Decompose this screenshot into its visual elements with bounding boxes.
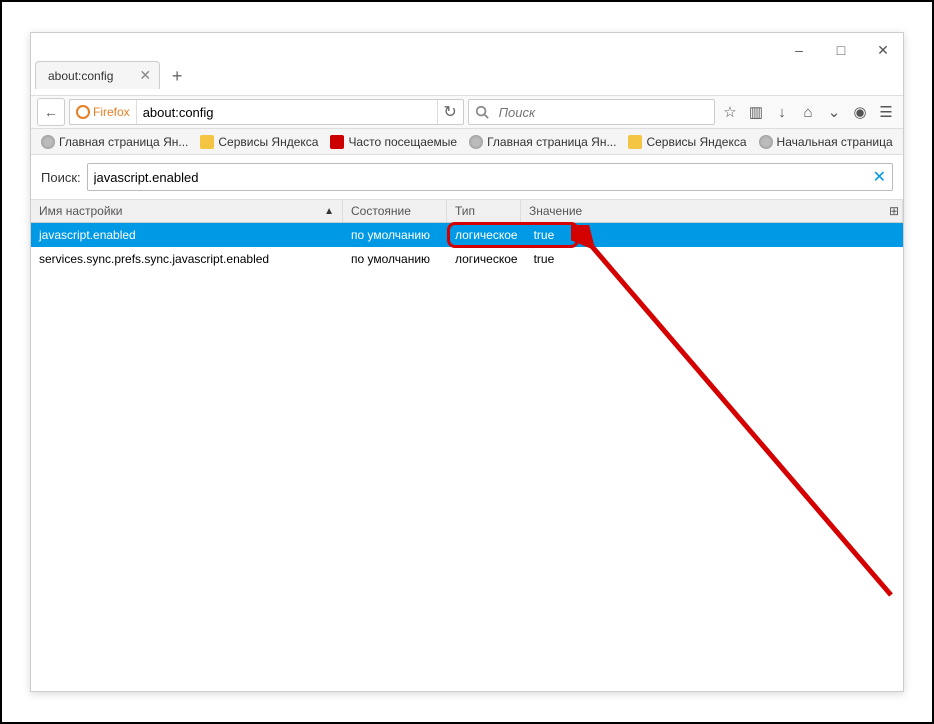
bookmark-label: Главная страница Ян... (487, 135, 616, 149)
clear-search-icon[interactable]: ✕ (873, 167, 886, 187)
maximize-button[interactable]: □ (829, 38, 853, 62)
bookmark-item[interactable]: Главная страница Ян... (37, 133, 192, 151)
downloads-icon[interactable]: ↓ (771, 101, 793, 123)
bookmark-label: Сервисы Яндекса (218, 135, 318, 149)
config-search-row: Поиск: ✕ (31, 155, 903, 199)
globe-icon (41, 135, 55, 149)
column-header-name[interactable]: Имя настройки ▲ (31, 200, 343, 222)
column-header-type[interactable]: Тип (447, 200, 521, 222)
close-window-button[interactable]: ✕ (871, 38, 895, 62)
bookmarks-toolbar: Главная страница Ян... Сервисы Яндекса Ч… (31, 129, 903, 155)
config-row[interactable]: javascript.enabled по умолчанию логическ… (31, 223, 903, 247)
reload-icon: ↻ (443, 102, 456, 122)
tab-title: about:config (48, 69, 113, 83)
config-search-label: Поиск: (41, 170, 81, 185)
config-row[interactable]: services.sync.prefs.sync.javascript.enab… (31, 247, 903, 271)
config-rows: javascript.enabled по умолчанию логическ… (31, 223, 903, 271)
bookmark-item[interactable]: Часто посещаемые (326, 133, 461, 151)
pref-name: javascript.enabled (31, 228, 343, 242)
search-bar[interactable] (468, 99, 715, 125)
folder-icon (628, 135, 642, 149)
bookmark-label: Главная страница Ян... (59, 135, 188, 149)
bookmark-label: Часто посещаемые (348, 135, 457, 149)
bookmark-item[interactable]: Сервисы Яндекса (196, 133, 322, 151)
annotation-arrow (571, 225, 911, 615)
yandex-icon (330, 135, 344, 149)
bookmark-label: Сервисы Яндекса (646, 135, 746, 149)
identity-label: Firefox (93, 105, 130, 119)
home-icon[interactable]: ⌂ (797, 101, 819, 123)
new-tab-button[interactable]: + (164, 63, 190, 89)
pref-value: true (526, 228, 903, 242)
column-header-status[interactable]: Состояние (343, 200, 447, 222)
bookmark-star-icon[interactable]: ☆ (719, 101, 741, 123)
search-input[interactable] (495, 105, 714, 120)
tab-strip: about:config ✕ + (31, 61, 903, 89)
bookmark-item[interactable]: Начальная страница (755, 133, 897, 151)
pocket-icon[interactable]: ⌄ (823, 101, 845, 123)
bookmark-label: Начальная страница (777, 135, 893, 149)
arrow-left-icon: ← (44, 104, 58, 120)
column-header-value[interactable]: Значение (521, 200, 903, 222)
bookmark-item[interactable]: Сервисы Яндекса (624, 133, 750, 151)
navigation-toolbar: ← Firefox ↻ ☆ ▥ ↓ ⌂ ⌄ ◉ (31, 95, 903, 129)
sidebar-icon[interactable]: ▥ (745, 101, 767, 123)
sort-asc-icon: ▲ (324, 206, 334, 217)
back-button[interactable]: ← (37, 98, 65, 126)
globe-icon (469, 135, 483, 149)
pref-status: по умолчанию (343, 228, 447, 242)
search-engine-icon[interactable] (469, 105, 495, 119)
identity-box[interactable]: Firefox (70, 100, 137, 124)
pref-status: по умолчанию (343, 252, 447, 266)
config-search-input[interactable] (94, 170, 873, 185)
bookmark-item[interactable]: Главная страница Ян... (465, 133, 620, 151)
column-header-name-label: Имя настройки (39, 204, 123, 218)
minimize-button[interactable]: – (787, 38, 811, 62)
screenshot-frame: – □ ✕ about:config ✕ + ← Firefox ↻ (0, 0, 934, 724)
close-tab-icon[interactable]: ✕ (139, 67, 151, 84)
about-config-content: Поиск: ✕ Имя настройки ▲ Состояние Тип З… (31, 155, 903, 691)
pref-type: логическое (447, 252, 526, 266)
pref-type: логическое (447, 228, 526, 242)
column-headers: Имя настройки ▲ Состояние Тип Значение ⊞ (31, 199, 903, 223)
url-input[interactable] (137, 105, 437, 120)
url-bar[interactable]: Firefox ↻ (69, 99, 464, 125)
column-picker-icon[interactable]: ⊞ (889, 204, 899, 218)
pref-value: true (526, 252, 903, 266)
folder-icon (200, 135, 214, 149)
browser-window: – □ ✕ about:config ✕ + ← Firefox ↻ (30, 32, 904, 692)
menu-icon[interactable]: ☰ (875, 101, 897, 123)
config-search-field-wrap[interactable]: ✕ (87, 163, 893, 191)
addon-icon[interactable]: ◉ (849, 101, 871, 123)
reload-button[interactable]: ↻ (437, 100, 463, 124)
pref-name: services.sync.prefs.sync.javascript.enab… (31, 252, 343, 266)
browser-tab[interactable]: about:config ✕ (35, 61, 160, 89)
globe-icon (759, 135, 773, 149)
